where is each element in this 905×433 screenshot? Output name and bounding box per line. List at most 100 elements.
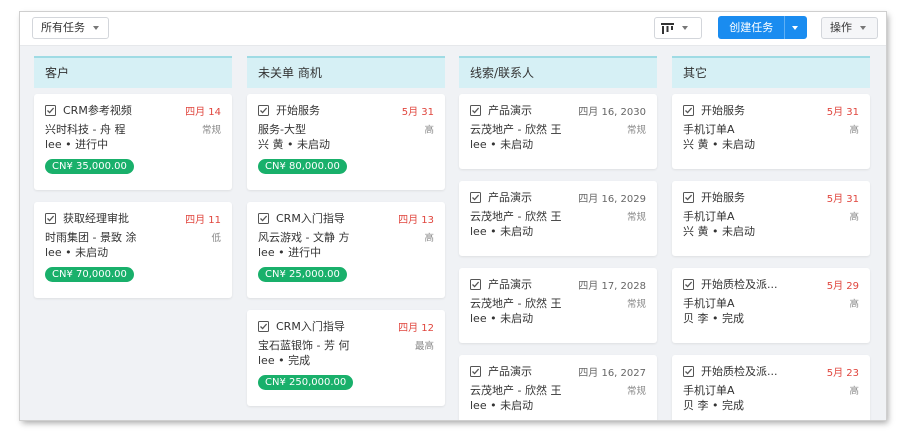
- task-due-date: 四月 11: [185, 214, 221, 226]
- task-related-to[interactable]: 风云游戏 - 文静 方: [258, 229, 424, 245]
- task-title[interactable]: CRM入门指导: [276, 318, 394, 334]
- board-column: 其它: [672, 56, 870, 88]
- task-checkbox-icon[interactable]: [470, 188, 488, 207]
- task-checkbox-icon[interactable]: [683, 362, 701, 381]
- chevron-down-icon: [93, 26, 99, 30]
- actions-dropdown[interactable]: 操作: [821, 17, 878, 39]
- task-title[interactable]: CRM参考视频: [63, 102, 181, 118]
- task-owner-status: lee • 完成: [258, 354, 311, 367]
- task-related-to[interactable]: 时雨集团 - 景致 涂: [45, 229, 211, 245]
- column-view-icon: [661, 22, 674, 34]
- task-related-to[interactable]: 手机订单A: [683, 121, 849, 137]
- task-due-date: 四月 16, 2030: [578, 106, 646, 118]
- task-priority: 常规: [626, 211, 646, 223]
- chevron-down-icon: [860, 26, 866, 30]
- task-due-date: 四月 16, 2029: [578, 193, 646, 205]
- task-owner-status: lee • 未启动: [470, 399, 534, 412]
- task-card[interactable]: 开始服务 5月 31 手机订单A 高兴 黄 • 未启动: [672, 181, 870, 256]
- task-title[interactable]: 产品演示: [488, 363, 574, 379]
- task-title[interactable]: 开始质检及派...: [701, 276, 823, 292]
- actions-label: 操作: [830, 21, 852, 34]
- task-due-date: 四月 14: [185, 106, 221, 118]
- task-checkbox-icon[interactable]: [258, 209, 276, 228]
- task-checkbox-icon[interactable]: [258, 101, 276, 120]
- task-card[interactable]: 开始服务 5月 31 服务-大型高兴 黄 • 未启动 CN¥ 80,000.00: [247, 94, 445, 190]
- board-column: 客户: [34, 56, 232, 88]
- task-checkbox-icon[interactable]: [470, 362, 488, 381]
- toolbar: 所有任务 创建任务 操作: [20, 12, 886, 46]
- create-task-button[interactable]: 创建任务: [718, 16, 807, 39]
- chevron-down-icon: [792, 25, 799, 30]
- task-owner-status: 贝 李 • 完成: [683, 399, 744, 412]
- amount-badge: CN¥ 80,000.00: [258, 159, 347, 174]
- task-priority: 高: [849, 124, 859, 136]
- task-title[interactable]: CRM入门指导: [276, 210, 394, 226]
- task-priority: 高: [849, 298, 859, 310]
- task-related-to[interactable]: 兴时科技 - 舟 程: [45, 121, 202, 137]
- task-card[interactable]: 开始服务 5月 31 手机订单A 高兴 黄 • 未启动: [672, 94, 870, 169]
- column-header: 其它: [672, 56, 870, 88]
- task-title[interactable]: 获取经理审批: [63, 210, 181, 226]
- task-owner-status: lee • 进行中: [258, 246, 322, 259]
- task-related-to[interactable]: 手机订单A: [683, 295, 849, 311]
- create-task-dropdown[interactable]: [785, 25, 807, 30]
- task-card[interactable]: 产品演示 四月 16, 2030 云茂地产 - 欣然 王常规 lee • 未启动: [459, 94, 657, 169]
- task-owner-status: 贝 李 • 完成: [683, 312, 744, 325]
- task-title[interactable]: 开始服务: [701, 102, 823, 118]
- amount-badge: CN¥ 25,000.00: [258, 267, 347, 282]
- task-checkbox-icon[interactable]: [258, 317, 276, 336]
- task-priority: 常规: [626, 298, 646, 310]
- view-switcher[interactable]: [654, 17, 702, 39]
- column-header: 未关单 商机: [247, 56, 445, 88]
- task-title[interactable]: 产品演示: [488, 102, 574, 118]
- task-due-date: 5月 31: [401, 106, 434, 118]
- create-task-label: 创建任务: [729, 20, 774, 34]
- task-related-to[interactable]: 云茂地产 - 欣然 王: [470, 295, 627, 311]
- board-column: 未关单 商机: [247, 56, 445, 88]
- task-related-to[interactable]: 云茂地产 - 欣然 王: [470, 208, 627, 224]
- task-card[interactable]: 产品演示 四月 17, 2028 云茂地产 - 欣然 王常规 lee • 未启动: [459, 268, 657, 343]
- task-title[interactable]: 产品演示: [488, 276, 574, 292]
- task-due-date: 5月 29: [826, 280, 859, 292]
- task-title[interactable]: 开始服务: [276, 102, 398, 118]
- task-checkbox-icon[interactable]: [470, 101, 488, 120]
- task-priority: 高: [424, 232, 434, 244]
- task-card[interactable]: 产品演示 四月 16, 2027 云茂地产 - 欣然 王常规 lee • 未启动: [459, 355, 657, 420]
- task-priority: 最高: [414, 340, 434, 352]
- task-checkbox-icon[interactable]: [683, 188, 701, 207]
- task-related-to[interactable]: 手机订单A: [683, 382, 849, 398]
- task-due-date: 四月 12: [398, 322, 434, 334]
- task-checkbox-icon[interactable]: [683, 101, 701, 120]
- task-card[interactable]: 获取经理审批 四月 11 时雨集团 - 景致 涂低 lee • 未启动 CN¥ 70,0…: [34, 202, 232, 298]
- task-due-date: 四月 17, 2028: [578, 280, 646, 292]
- task-card[interactable]: 产品演示 四月 16, 2029 云茂地产 - 欣然 王常规 lee • 未启动: [459, 181, 657, 256]
- task-card[interactable]: 开始质检及派... 5月 23 手机订单A 高贝 李 • 完成: [672, 355, 870, 420]
- task-card[interactable]: CRM入门指导 四月 12 宝石蓝银饰 - 芳 何最高 lee • 完成 CN¥ 250…: [247, 310, 445, 406]
- task-related-to[interactable]: 宝石蓝银饰 - 芳 何: [258, 337, 415, 353]
- task-checkbox-icon[interactable]: [683, 275, 701, 294]
- task-owner-status: lee • 未启动: [470, 312, 534, 325]
- task-card[interactable]: 开始质检及派... 5月 29 手机订单A 高贝 李 • 完成: [672, 268, 870, 343]
- task-checkbox-icon[interactable]: [45, 209, 63, 228]
- board-column: 线索/联系人: [459, 56, 657, 88]
- task-title[interactable]: 开始服务: [701, 189, 823, 205]
- task-priority: 常规: [626, 124, 646, 136]
- task-priority: 高: [424, 124, 434, 136]
- amount-badge: CN¥ 35,000.00: [45, 159, 134, 174]
- task-board: 所有任务 创建任务 操作 客户 CRM参考视频 四月 14 兴时科技 - 舟 程常规 l…: [20, 12, 886, 420]
- filter-dropdown[interactable]: 所有任务: [32, 17, 109, 39]
- task-owner-status: lee • 未启动: [45, 246, 109, 259]
- task-related-to[interactable]: 手机订单A: [683, 208, 849, 224]
- task-related-to[interactable]: 云茂地产 - 欣然 王: [470, 382, 627, 398]
- task-card[interactable]: CRM参考视频 四月 14 兴时科技 - 舟 程常规 lee • 进行中 CN¥ 35,…: [34, 94, 232, 190]
- task-checkbox-icon[interactable]: [470, 275, 488, 294]
- task-title[interactable]: 开始质检及派...: [701, 363, 823, 379]
- task-card[interactable]: CRM入门指导 四月 13 风云游戏 - 文静 方高 lee • 进行中 CN¥ 25,…: [247, 202, 445, 298]
- task-related-to[interactable]: 云茂地产 - 欣然 王: [470, 121, 627, 137]
- chevron-down-icon: [682, 26, 688, 30]
- task-owner-status: 兴 黄 • 未启动: [258, 138, 330, 151]
- task-checkbox-icon[interactable]: [45, 101, 63, 120]
- column-header: 线索/联系人: [459, 56, 657, 88]
- task-title[interactable]: 产品演示: [488, 189, 574, 205]
- task-related-to[interactable]: 服务-大型: [258, 121, 424, 137]
